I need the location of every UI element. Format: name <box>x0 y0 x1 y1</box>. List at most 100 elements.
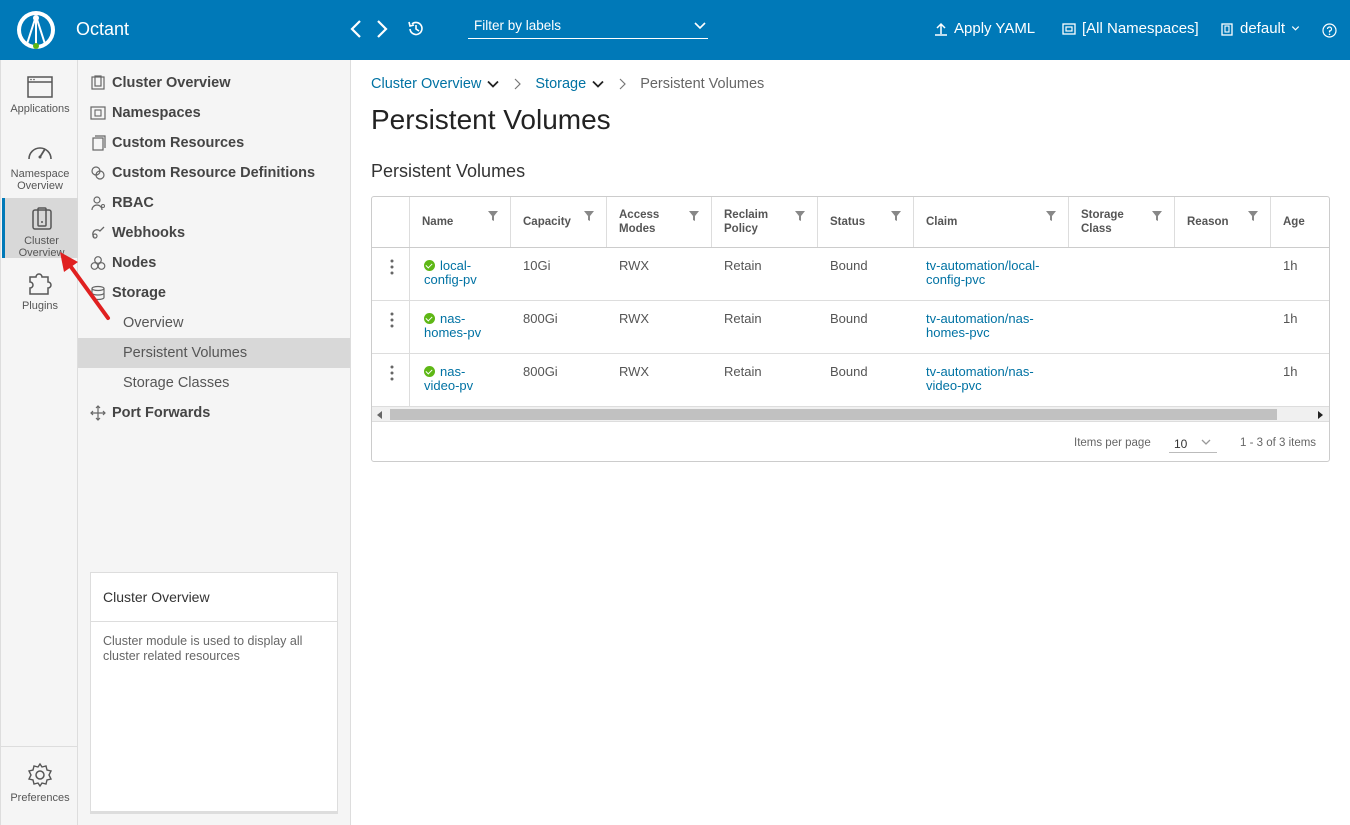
nav-storage-label: Storage <box>112 285 166 301</box>
table-footer: Items per page 10 1 - 3 of 3 items <box>372 423 1329 461</box>
chevron-down-icon <box>1201 439 1211 445</box>
column-header-name[interactable]: Name <box>409 197 510 247</box>
cell-claim[interactable]: tv-automation/nas-video-pvc <box>926 365 1034 393</box>
claim-link-line1[interactable]: tv-automation/local- <box>926 258 1039 273</box>
filter-icon[interactable] <box>584 211 594 221</box>
chevron-down-icon[interactable] <box>487 78 500 90</box>
nav-custom-resources[interactable]: Custom Resources <box>78 128 350 158</box>
cell-capacity: 800Gi <box>523 311 558 326</box>
history-icon[interactable] <box>407 19 425 39</box>
cell-reclaim-policy: Retain <box>724 258 762 273</box>
column-status-label: Status <box>830 216 866 228</box>
user-key-icon <box>91 196 105 211</box>
filter-icon[interactable] <box>689 211 699 221</box>
module-cluster-overview-label: Cluster Overview <box>18 235 65 259</box>
filter-icon[interactable] <box>1248 211 1258 221</box>
module-applications[interactable]: Applications <box>2 75 78 125</box>
nav-nodes[interactable]: Nodes <box>78 248 350 278</box>
row-actions-icon[interactable] <box>390 311 394 329</box>
breadcrumb-cluster-overview[interactable]: Cluster Overview <box>371 76 481 92</box>
namespace-selector[interactable]: [All Namespaces] <box>1062 20 1199 37</box>
nav-namespaces[interactable]: Namespaces <box>78 98 350 128</box>
column-header-reason[interactable]: Reason <box>1174 197 1270 247</box>
preferences-button[interactable]: Preferences <box>2 762 78 812</box>
nav-crds[interactable]: Custom Resource Definitions <box>78 158 350 188</box>
scroll-left-icon[interactable] <box>377 411 382 419</box>
cell-name[interactable]: local-config-pv <box>424 259 477 287</box>
column-name-label: Name <box>422 216 454 228</box>
info-card-body: Cluster module is used to display all cl… <box>103 634 303 663</box>
status-ok-icon <box>424 313 435 324</box>
filter-icon[interactable] <box>488 211 498 221</box>
back-arrow-icon[interactable] <box>348 18 364 40</box>
module-cluster-overview[interactable]: Cluster Overview <box>2 198 78 259</box>
column-header-storage-class[interactable]: Storage Class <box>1068 197 1174 247</box>
column-header-age[interactable]: Age <box>1270 197 1329 247</box>
row-actions-icon[interactable] <box>390 364 394 382</box>
pv-name-line1[interactable]: nas- <box>440 311 465 326</box>
module-info-card: Cluster Overview Cluster module is used … <box>90 572 338 814</box>
filter-icon[interactable] <box>1152 211 1162 221</box>
cell-claim[interactable]: tv-automation/nas-homes-pvc <box>926 312 1034 340</box>
filter-icon[interactable] <box>795 211 805 221</box>
claim-link-line2[interactable]: homes-pvc <box>926 325 990 340</box>
nav-webhooks[interactable]: Webhooks <box>78 218 350 248</box>
column-header-status[interactable]: Status <box>817 197 913 247</box>
chevron-down-icon <box>694 22 706 30</box>
context-selector[interactable]: default <box>1220 20 1300 37</box>
nav-storage-classes[interactable]: Storage Classes <box>78 368 350 398</box>
nav-port-forwards[interactable]: Port Forwards <box>78 398 350 428</box>
nav-crds-label: Custom Resource Definitions <box>112 165 316 181</box>
cell-access-modes: RWX <box>619 364 650 379</box>
module-plugins-label: Plugins <box>21 300 59 312</box>
items-per-page-select[interactable]: 10 <box>1169 431 1217 453</box>
puzzle-icon <box>29 273 52 295</box>
filter-icon[interactable] <box>1046 211 1056 221</box>
column-header-claim[interactable]: Claim <box>913 197 1068 247</box>
pv-name-line1[interactable]: local- <box>440 258 471 273</box>
dashboard-icon <box>28 147 52 160</box>
gear-icon <box>27 762 53 788</box>
module-namespace-overview[interactable]: Namespace Overview <box>2 140 78 192</box>
octant-logo-icon[interactable] <box>15 8 57 52</box>
nav-persistent-volumes[interactable]: Persistent Volumes <box>78 338 350 368</box>
pv-name-line2[interactable]: homes-pv <box>424 325 481 340</box>
apply-yaml-button[interactable]: Apply YAML <box>934 20 1035 37</box>
claim-link-line1[interactable]: tv-automation/nas- <box>926 364 1034 379</box>
nav-storage[interactable]: Storage <box>78 278 350 308</box>
label-filter-placeholder: Filter by labels <box>474 18 562 33</box>
column-reclaim-label: Reclaim Policy <box>724 209 769 235</box>
filter-icon[interactable] <box>891 211 901 221</box>
claim-link-line2[interactable]: video-pvc <box>926 378 982 393</box>
cell-name[interactable]: nas-homes-pv <box>424 312 481 340</box>
column-claim-label: Claim <box>926 216 958 228</box>
label-filter-select[interactable]: Filter by labels <box>468 16 708 39</box>
pv-name-line2[interactable]: video-pv <box>424 378 473 393</box>
column-header-capacity[interactable]: Capacity <box>510 197 606 247</box>
cell-name[interactable]: nas-video-pv <box>424 365 473 393</box>
scroll-right-icon[interactable] <box>1318 411 1323 419</box>
claim-link-line1[interactable]: tv-automation/nas- <box>926 311 1034 326</box>
breadcrumb-storage[interactable]: Storage <box>535 76 586 92</box>
scrollbar-thumb[interactable] <box>390 409 1277 420</box>
column-header-reclaim-policy[interactable]: Reclaim Policy <box>711 197 817 247</box>
claim-link-line2[interactable]: config-pvc <box>926 272 985 287</box>
column-header-access-modes[interactable]: Access Modes <box>606 197 711 247</box>
pv-name-line2[interactable]: config-pv <box>424 272 477 287</box>
nav-storage-overview[interactable]: Overview <box>78 308 350 338</box>
pv-name-line1[interactable]: nas- <box>440 364 465 379</box>
cell-claim[interactable]: tv-automation/local-config-pvc <box>926 259 1039 287</box>
nav-rbac[interactable]: RBAC <box>78 188 350 218</box>
info-card-title: Cluster Overview <box>91 573 337 622</box>
row-actions-icon[interactable] <box>390 258 394 276</box>
chevron-down-icon[interactable] <box>592 78 604 90</box>
horizontal-scrollbar[interactable] <box>372 407 1329 422</box>
forward-arrow-icon[interactable] <box>374 18 390 40</box>
nav-cluster-overview[interactable]: Cluster Overview <box>78 68 350 98</box>
nav-namespaces-label: Namespaces <box>112 105 201 121</box>
help-icon[interactable] <box>1322 23 1337 38</box>
module-plugins[interactable]: Plugins <box>2 270 78 320</box>
items-per-page-value: 10 <box>1174 437 1188 451</box>
browser-icon <box>27 76 53 98</box>
hook-icon <box>92 226 105 239</box>
